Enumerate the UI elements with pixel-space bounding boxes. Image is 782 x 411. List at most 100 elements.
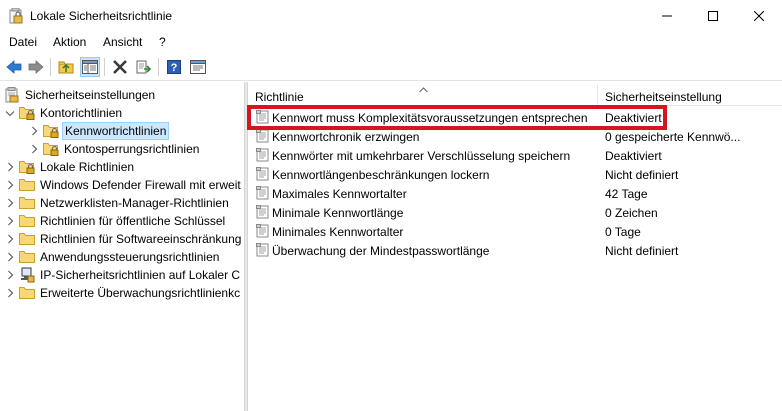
tree-item-netzwerklisten-manager-richtlinien[interactable]: Netzwerklisten-Manager-Richtlinien (4, 194, 231, 212)
chevron-right-icon[interactable] (4, 212, 16, 230)
policy-icon (256, 205, 270, 219)
policy-name: Maximales Kennwortalter (272, 187, 407, 201)
policy-name: Minimales Kennwortalter (272, 225, 404, 239)
tree-item-label: Kontosperrungsrichtlinien (64, 142, 200, 156)
menu-help[interactable]: ? (159, 35, 166, 49)
policy-name: Kennwörter mit umkehrbarer Verschlüsselu… (272, 149, 571, 163)
column-header-label: Sicherheitseinstellung (605, 90, 722, 104)
show-hide-tree-button[interactable] (80, 57, 100, 77)
tree-item-label: Sicherheitseinstellungen (25, 88, 156, 102)
policy-icon (256, 110, 270, 124)
policy-setting-value: 42 Tage (605, 187, 648, 201)
export-button[interactable] (134, 57, 154, 77)
policy-setting-value: Nicht definiert (605, 168, 679, 182)
tree-item-richtlinien-für-softwareeinschränkung[interactable]: Richtlinien für Softwareeinschränkung (4, 230, 243, 248)
close-button[interactable] (736, 0, 782, 32)
policy-row[interactable]: Überwachung der Mindestpasswortlänge Nich… (248, 241, 782, 260)
policy-icon (256, 243, 270, 257)
policy-setting-value: Deaktiviert (605, 111, 662, 125)
maximize-button[interactable] (690, 0, 736, 32)
policy-name: Minimale Kennwortlänge (272, 206, 404, 220)
chevron-right-icon[interactable] (4, 266, 16, 284)
chevron-right-icon[interactable] (4, 194, 16, 212)
tree-item-ip-sicherheitsrichtlinien-auf-lokaler-c[interactable]: IP-Sicherheitsrichtlinien auf Lokaler C (4, 266, 242, 284)
tree-item-erweiterte-überwachungsrichtlinienkc[interactable]: Erweiterte Überwachungsrichtlinienkc (4, 284, 242, 302)
policy-icon (256, 224, 270, 238)
sort-ascending-icon (419, 82, 428, 96)
tree-item-label: Kontorichtlinien (40, 106, 123, 120)
menu-aktion[interactable]: Aktion (53, 35, 86, 49)
up-button[interactable] (56, 57, 76, 77)
chevron-right-icon[interactable] (4, 158, 16, 176)
tree-item-windows-defender-firewall-mit-erweit[interactable]: Windows Defender Firewall mit erweit (4, 176, 243, 194)
tree-item-label: Richtlinien für öffentliche Schlüssel (40, 214, 226, 228)
title-bar: Lokale Sicherheitsrichtlinie (0, 0, 782, 32)
show-hide-tree-icon (82, 60, 98, 74)
minimize-icon (662, 15, 672, 17)
tree-item-label: Kennwortrichtlinien (62, 122, 170, 140)
column-header-label: Richtlinie (255, 90, 304, 104)
chevron-right-icon[interactable] (4, 230, 16, 248)
folder-icon (19, 213, 35, 229)
policy-icon (256, 167, 270, 181)
chevron-right-icon[interactable] (4, 248, 16, 266)
policy-name: Kennwortchronik erzwingen (272, 130, 420, 144)
folder-lock-icon (19, 159, 35, 175)
back-button[interactable] (4, 57, 24, 77)
policy-setting-value: 0 Zeichen (605, 206, 658, 220)
tree-item-label: Anwendungssteuerungsrichtlinien (40, 250, 220, 264)
tree-item-richtlinien-für-öffentliche-schlüssel[interactable]: Richtlinien für öffentliche Schlüssel (4, 212, 227, 230)
policy-row[interactable]: Kennwort muss Komplexitätsvoraussetzunge… (248, 108, 782, 127)
properties-button[interactable] (188, 57, 208, 77)
policy-icon (256, 186, 270, 200)
policy-row[interactable]: Minimales Kennwortalter 0 Tage (248, 222, 782, 241)
policy-row[interactable]: Maximales Kennwortalter 42 Tage (248, 184, 782, 203)
tree-item-label: Netzwerklisten-Manager-Richtlinien (40, 196, 229, 210)
tree-item-label: IP-Sicherheitsrichtlinien auf Lokaler C (40, 268, 241, 282)
ip-security-icon (19, 267, 35, 283)
tree-item-label: Erweiterte Überwachungsrichtlinienkc (40, 286, 241, 300)
toolbar-separator (158, 58, 159, 76)
policy-row[interactable]: Kennwortlängenbeschränkungen lockern Nich… (248, 165, 782, 184)
tree-item-lokale-richtlinien[interactable]: Lokale Richtlinien (4, 158, 136, 176)
maximize-icon (708, 11, 718, 21)
chevron-right-icon[interactable] (28, 140, 40, 158)
policy-setting-value: Deaktiviert (605, 149, 662, 163)
forward-arrow-icon (28, 60, 44, 74)
tree-item-sicherheitseinstellungen[interactable]: Sicherheitseinstellungen (4, 86, 157, 104)
toolbar-separator (50, 58, 51, 76)
tree-item-kennwortrichtlinien[interactable]: Kennwortrichtlinien (28, 122, 170, 140)
delete-icon (113, 60, 127, 74)
menu-ansicht[interactable]: Ansicht (103, 35, 142, 49)
chevron-right-icon[interactable] (28, 122, 40, 140)
chevron-right-icon[interactable] (4, 176, 16, 194)
folder-icon (19, 249, 35, 265)
delete-button[interactable] (110, 57, 130, 77)
tree-item-kontorichtlinien[interactable]: Kontorichtlinien (4, 104, 124, 122)
chevron-down-icon[interactable] (4, 104, 16, 122)
tree-item-label: Lokale Richtlinien (40, 160, 135, 174)
policy-list-pane: Richtlinie Sicherheitseinstellung Kennwo… (248, 82, 782, 411)
properties-icon (190, 60, 206, 74)
help-button[interactable]: ? (164, 57, 184, 77)
policy-row[interactable]: Kennwortchronik erzwingen 0 gespeicherte … (248, 127, 782, 146)
column-header-richtlinie[interactable]: Richtlinie (248, 82, 597, 106)
menu-bar: Datei Aktion Ansicht ? (0, 32, 782, 52)
folder-lock-icon (19, 105, 35, 121)
tree-item-kontosperrungsrichtlinien[interactable]: Kontosperrungsrichtlinien (28, 140, 201, 158)
policy-setting-value: 0 Tage (605, 225, 641, 239)
back-arrow-icon (6, 60, 22, 74)
forward-button[interactable] (26, 57, 46, 77)
policy-row[interactable]: Kennwörter mit umkehrbarer Verschlüsselu… (248, 146, 782, 165)
up-folder-icon (58, 61, 74, 74)
tree-item-anwendungssteuerungsrichtlinien[interactable]: Anwendungssteuerungsrichtlinien (4, 248, 221, 266)
menu-datei[interactable]: Datei (9, 35, 37, 49)
chevron-right-icon[interactable] (4, 284, 16, 302)
policy-row[interactable]: Minimale Kennwortlänge 0 Zeichen (248, 203, 782, 222)
toolbar-separator (104, 58, 105, 76)
column-header-sicherheitseinstellung[interactable]: Sicherheitseinstellung (598, 82, 782, 106)
policy-icon (256, 148, 270, 162)
tree-pane: Sicherheitseinstellungen Kontorichtlinien… (0, 82, 244, 411)
tree-item-label: Windows Defender Firewall mit erweit (40, 178, 241, 192)
minimize-button[interactable] (644, 0, 690, 32)
